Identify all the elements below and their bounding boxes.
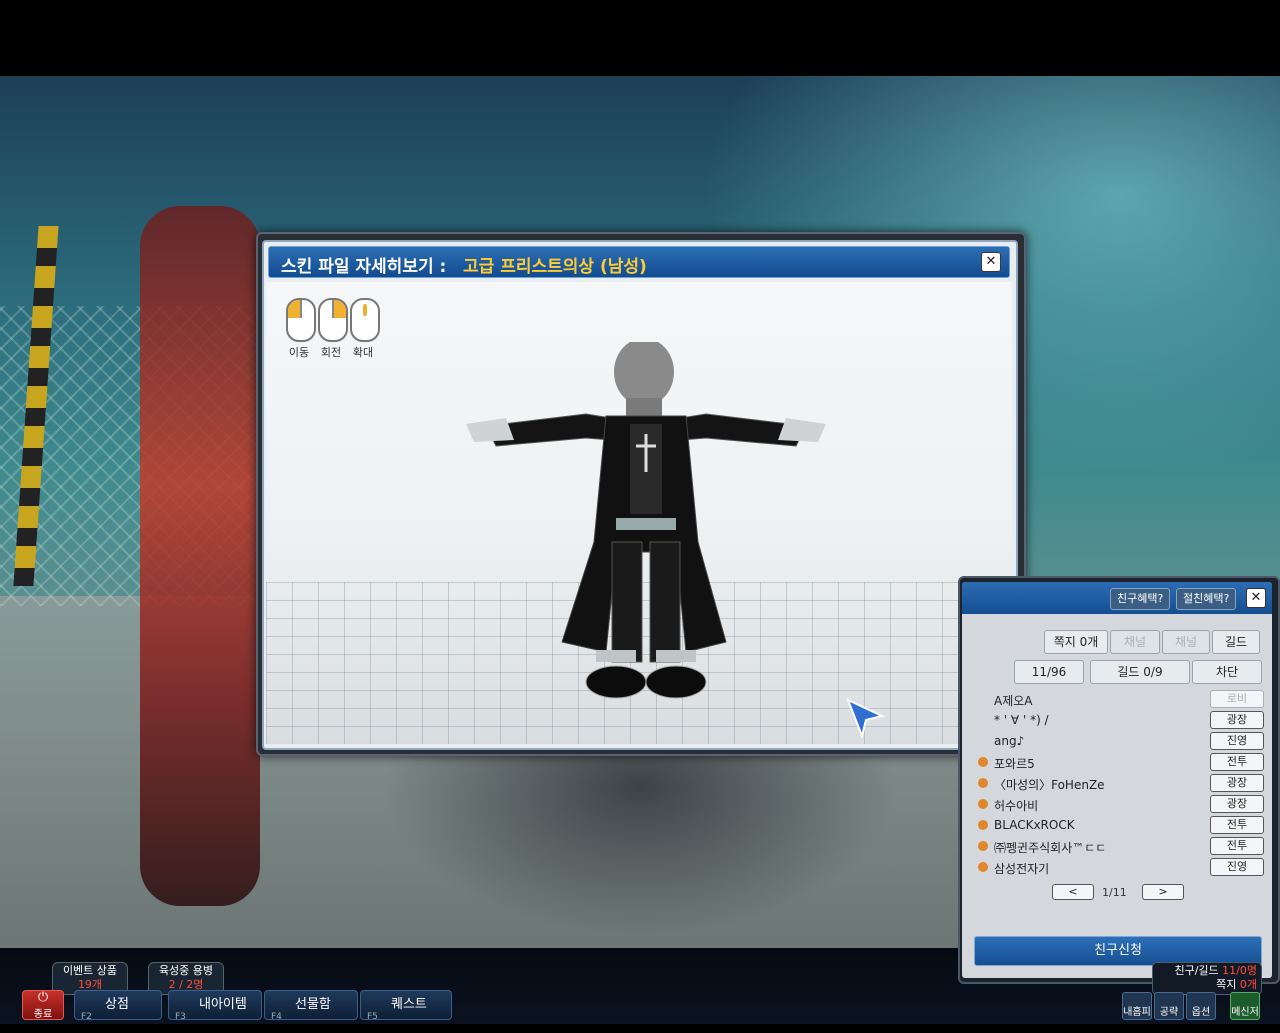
exit-label: 종료 <box>33 1009 53 1020</box>
prev-page-button[interactable]: < <box>1052 884 1094 900</box>
tab-friends[interactable]: 11/96 <box>1014 660 1084 684</box>
friend-guild-status[interactable]: 친구/길드 11/0명 쪽지 0개 <box>1152 962 1262 995</box>
friend-name: BLACKxROCK <box>994 818 1075 832</box>
mouse-cursor-icon <box>846 698 885 738</box>
friend-benefit-button[interactable]: 친구혜택? <box>1110 588 1171 610</box>
tab-guild[interactable]: 길드 <box>1212 630 1260 654</box>
friend-name: 포와르5 <box>994 757 1035 771</box>
messenger-button[interactable]: 메신저 <box>1230 992 1260 1020</box>
friend-location-button[interactable]: 광장 <box>1210 795 1264 813</box>
tab-blocked[interactable]: 차단 <box>1192 660 1262 684</box>
friend-location-button[interactable]: 광장 <box>1210 711 1264 729</box>
friend-location-button[interactable]: 진영 <box>1210 732 1264 750</box>
online-dot-icon <box>978 799 988 809</box>
3d-preview-viewport[interactable]: 이동 회전 확대 <box>266 282 1012 744</box>
guide-button[interactable]: 공략 <box>1154 992 1184 1020</box>
friend-pager: < 1/11 > <box>1052 884 1184 904</box>
window-title-prefix: 스킨 파일 자세히보기 : <box>281 257 447 277</box>
friend-row[interactable]: 허수아비 광장 <box>974 795 1264 815</box>
friend-name: 〈마성의〉FoHenZe <box>994 778 1105 792</box>
friend-row[interactable]: BLACKxROCK 전투 <box>974 816 1264 836</box>
background-robot <box>140 206 260 906</box>
badge-title: 이벤트 상품 <box>62 964 118 977</box>
friend-row[interactable]: * ' ∀ ' *) / 광장 <box>974 711 1264 731</box>
my-items-label: 내아이템 <box>199 997 247 1012</box>
friend-row[interactable]: ㈜펭귄주식회사™ㄷㄷ 전투 <box>974 837 1264 857</box>
status-label: 쪽지 <box>1216 978 1237 991</box>
online-dot-icon <box>978 862 988 872</box>
friend-name: ang♪ <box>994 734 1025 748</box>
hotkey-label: F5 <box>367 1012 378 1022</box>
quest-button[interactable]: F5 퀘스트 <box>360 990 452 1022</box>
page-indicator: 1/11 <box>1102 886 1127 899</box>
mouse-hint-label: 이동 <box>288 346 310 359</box>
top-letterbox <box>0 0 1280 76</box>
shop-label: 상점 <box>105 997 129 1012</box>
friend-row[interactable]: 삼성전자기 진영 <box>974 858 1264 878</box>
status-value: 0개 <box>1239 978 1257 991</box>
friend-name: 허수아비 <box>994 799 1039 813</box>
online-dot-icon <box>978 841 988 851</box>
friend-tab-row: 쪽지 0개 채널 채널 길드 <box>962 630 1272 654</box>
tab-channel-2[interactable]: 채널 <box>1162 630 1210 654</box>
online-dot-icon <box>978 757 988 767</box>
shop-button[interactable]: F2 상점 <box>74 990 162 1022</box>
character-model[interactable] <box>466 342 826 722</box>
friend-row[interactable]: 포와르5 전투 <box>974 753 1264 773</box>
hotkey-label: F2 <box>81 1012 92 1022</box>
power-icon: ⏻ <box>37 990 49 1005</box>
mouse-hint-label: 확대 <box>352 346 374 359</box>
skin-window-titlebar[interactable]: 스킨 파일 자세히보기 : 고급 프리스트의상 (남성) ✕ <box>268 246 1010 278</box>
friend-name: A제오A <box>994 694 1033 708</box>
status-value: 11/0명 <box>1222 964 1257 977</box>
hotkey-label: F4 <box>271 1012 282 1022</box>
friend-panel: 친구혜택? 절친혜택? ✕ 쪽지 0개 채널 채널 길드 11/96 길드 0/… <box>962 582 1272 978</box>
mouse-zoom-icon <box>350 298 380 342</box>
online-dot-icon <box>978 820 988 830</box>
mouse-rotate-icon <box>318 298 348 342</box>
homepage-button[interactable]: 내홈피 <box>1122 992 1152 1020</box>
badge-title: 육성중 용병 <box>158 964 214 977</box>
close-button[interactable]: ✕ <box>981 252 1001 272</box>
hotkey-label: F3 <box>175 1012 186 1022</box>
skin-preview-window: 스킨 파일 자세히보기 : 고급 프리스트의상 (남성) ✕ 이동 회전 확대 <box>262 240 1018 750</box>
tab-channel[interactable]: 채널 <box>1110 630 1160 654</box>
friend-location-button[interactable]: 광장 <box>1210 774 1264 792</box>
friend-row[interactable]: ang♪ 진영 <box>974 732 1264 752</box>
friend-location-button[interactable]: 전투 <box>1210 753 1264 771</box>
close-button[interactable]: ✕ <box>1246 588 1266 608</box>
friend-name: 삼성전자기 <box>994 862 1050 876</box>
tab-guild-count[interactable]: 길드 0/9 <box>1090 660 1190 684</box>
window-title-item: 고급 프리스트의상 (남성) <box>463 257 647 277</box>
friend-location-button[interactable]: 전투 <box>1210 837 1264 855</box>
friend-location-button[interactable]: 로비 <box>1210 690 1264 708</box>
quest-label: 퀘스트 <box>391 997 427 1012</box>
status-label: 친구/길드 <box>1174 964 1219 977</box>
options-button[interactable]: 옵션 <box>1186 992 1216 1020</box>
friend-row[interactable]: A제오A 로비 <box>974 690 1264 710</box>
friend-location-button[interactable]: 전투 <box>1210 816 1264 834</box>
friend-row[interactable]: 〈마성의〉FoHenZe 광장 <box>974 774 1264 794</box>
mouse-hint-label: 회전 <box>320 346 342 359</box>
my-items-button[interactable]: F3 내아이템 <box>168 990 262 1022</box>
online-dot-icon <box>978 778 988 788</box>
next-page-button[interactable]: > <box>1142 884 1184 900</box>
exit-button[interactable]: ⏻ 종료 <box>22 990 64 1020</box>
best-friend-benefit-button[interactable]: 절친혜택? <box>1176 588 1237 610</box>
friend-name: * ' ∀ ' *) / <box>994 713 1049 727</box>
mouse-move-icon <box>286 298 316 342</box>
gift-box-button[interactable]: F4 선물함 <box>264 990 358 1022</box>
friend-subtab-row: 11/96 길드 0/9 차단 <box>962 660 1272 684</box>
gift-box-label: 선물함 <box>295 997 331 1012</box>
tab-messages[interactable]: 쪽지 0개 <box>1044 630 1108 654</box>
friend-name: ㈜펭귄주식회사™ㄷㄷ <box>994 841 1107 855</box>
friend-location-button[interactable]: 진영 <box>1210 858 1264 876</box>
friend-panel-header: 친구혜택? 절친혜택? ✕ <box>962 582 1272 614</box>
